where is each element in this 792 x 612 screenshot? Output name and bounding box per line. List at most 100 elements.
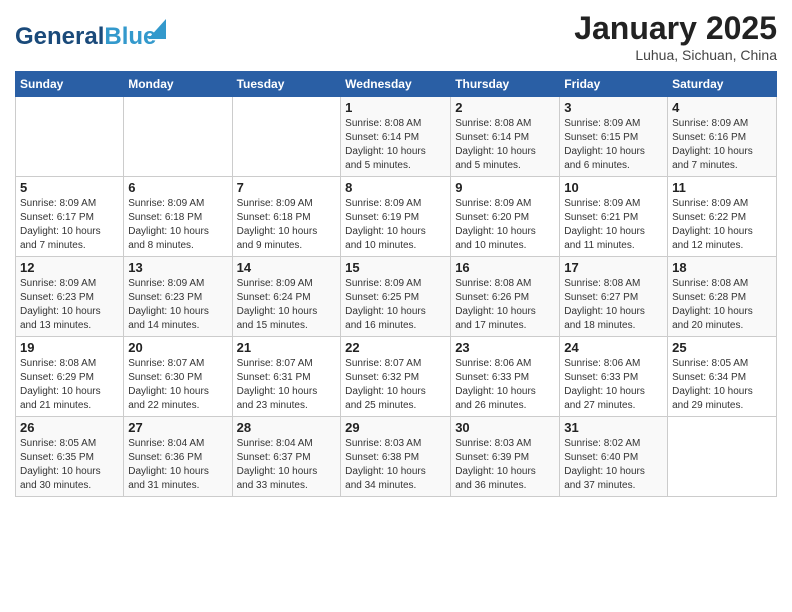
day-info: Sunrise: 8:04 AM Sunset: 6:36 PM Dayligh… bbox=[128, 437, 227, 493]
day-number: 4 bbox=[672, 100, 772, 115]
day-cell: 23Sunrise: 8:06 AM Sunset: 6:33 PM Dayli… bbox=[451, 337, 560, 417]
day-info: Sunrise: 8:09 AM Sunset: 6:18 PM Dayligh… bbox=[128, 197, 227, 253]
day-number: 9 bbox=[455, 180, 555, 195]
day-number: 11 bbox=[672, 180, 772, 195]
day-cell: 1 Sunrise: 8:08 AM Sunset: 6:14 PM Daylig… bbox=[341, 97, 451, 177]
calendar-header: Sunday Monday Tuesday Wednesday Thursday… bbox=[16, 72, 777, 97]
day-number: 14 bbox=[237, 260, 337, 275]
day-info: Sunrise: 8:07 AM Sunset: 6:31 PM Dayligh… bbox=[237, 357, 337, 413]
week-row-1: 1 Sunrise: 8:08 AM Sunset: 6:14 PM Daylig… bbox=[16, 97, 777, 177]
day-info: Sunrise: 8:06 AM Sunset: 6:33 PM Dayligh… bbox=[564, 357, 663, 413]
day-number: 17 bbox=[564, 260, 663, 275]
day-info: Sunrise: 8:09 AM Sunset: 6:23 PM Dayligh… bbox=[20, 277, 119, 333]
logo: General Blue bbox=[15, 23, 156, 51]
day-info: Sunrise: 8:07 AM Sunset: 6:32 PM Dayligh… bbox=[345, 357, 446, 413]
day-number: 21 bbox=[237, 340, 337, 355]
week-row-4: 19 Sunrise: 8:08 AM Sunset: 6:29 PM Dayli… bbox=[16, 337, 777, 417]
day-info: Sunrise: 8:08 AM Sunset: 6:28 PM Dayligh… bbox=[672, 277, 772, 333]
week-row-2: 5 Sunrise: 8:09 AM Sunset: 6:17 PM Daylig… bbox=[16, 177, 777, 257]
day-cell: 31 Sunrise: 8:02 AM Sunset: 6:40 PM Dayli… bbox=[560, 417, 668, 497]
day-cell: 19 Sunrise: 8:08 AM Sunset: 6:29 PM Dayli… bbox=[16, 337, 124, 417]
day-info: Sunrise: 8:09 AM Sunset: 6:20 PM Dayligh… bbox=[455, 197, 555, 253]
header: General Blue January 2025 Luhua, Sichuan… bbox=[15, 10, 777, 63]
day-info: Sunrise: 8:09 AM Sunset: 6:19 PM Dayligh… bbox=[345, 197, 446, 253]
day-number: 18 bbox=[672, 260, 772, 275]
day-info: Sunrise: 8:09 AM Sunset: 6:22 PM Dayligh… bbox=[672, 197, 772, 253]
day-info: Sunrise: 8:08 AM Sunset: 6:14 PM Dayligh… bbox=[345, 117, 446, 173]
day-cell: 20Sunrise: 8:07 AM Sunset: 6:30 PM Dayli… bbox=[124, 337, 232, 417]
day-info: Sunrise: 8:09 AM Sunset: 6:21 PM Dayligh… bbox=[564, 197, 663, 253]
day-cell: 29Sunrise: 8:03 AM Sunset: 6:38 PM Dayli… bbox=[341, 417, 451, 497]
day-cell: 11 Sunrise: 8:09 AM Sunset: 6:22 PM Dayli… bbox=[668, 177, 777, 257]
day-info: Sunrise: 8:08 AM Sunset: 6:27 PM Dayligh… bbox=[564, 277, 663, 333]
day-number: 8 bbox=[345, 180, 446, 195]
day-cell: 7 Sunrise: 8:09 AM Sunset: 6:18 PM Daylig… bbox=[232, 177, 341, 257]
day-info: Sunrise: 8:09 AM Sunset: 6:24 PM Dayligh… bbox=[237, 277, 337, 333]
col-monday: Monday bbox=[124, 72, 232, 97]
day-info: Sunrise: 8:08 AM Sunset: 6:14 PM Dayligh… bbox=[455, 117, 555, 173]
day-cell bbox=[124, 97, 232, 177]
day-info: Sunrise: 8:05 AM Sunset: 6:34 PM Dayligh… bbox=[672, 357, 772, 413]
day-cell: 22 Sunrise: 8:07 AM Sunset: 6:32 PM Dayli… bbox=[341, 337, 451, 417]
day-cell: 15Sunrise: 8:09 AM Sunset: 6:25 PM Dayli… bbox=[341, 257, 451, 337]
day-cell: 4Sunrise: 8:09 AM Sunset: 6:16 PM Daylig… bbox=[668, 97, 777, 177]
day-cell bbox=[232, 97, 341, 177]
logo-triangle-icon bbox=[148, 19, 166, 39]
col-saturday: Saturday bbox=[668, 72, 777, 97]
day-number: 25 bbox=[672, 340, 772, 355]
day-number: 20 bbox=[128, 340, 227, 355]
day-cell: 25 Sunrise: 8:05 AM Sunset: 6:34 PM Dayli… bbox=[668, 337, 777, 417]
day-info: Sunrise: 8:09 AM Sunset: 6:23 PM Dayligh… bbox=[128, 277, 227, 333]
day-info: Sunrise: 8:02 AM Sunset: 6:40 PM Dayligh… bbox=[564, 437, 663, 493]
day-cell: 17 Sunrise: 8:08 AM Sunset: 6:27 PM Dayli… bbox=[560, 257, 668, 337]
day-cell: 3 Sunrise: 8:09 AM Sunset: 6:15 PM Daylig… bbox=[560, 97, 668, 177]
col-friday: Friday bbox=[560, 72, 668, 97]
day-cell bbox=[16, 97, 124, 177]
header-row: Sunday Monday Tuesday Wednesday Thursday… bbox=[16, 72, 777, 97]
day-number: 24 bbox=[564, 340, 663, 355]
col-wednesday: Wednesday bbox=[341, 72, 451, 97]
day-info: Sunrise: 8:03 AM Sunset: 6:39 PM Dayligh… bbox=[455, 437, 555, 493]
month-title: January 2025 bbox=[574, 10, 777, 47]
day-cell: 9 Sunrise: 8:09 AM Sunset: 6:20 PM Daylig… bbox=[451, 177, 560, 257]
day-cell: 10Sunrise: 8:09 AM Sunset: 6:21 PM Dayli… bbox=[560, 177, 668, 257]
day-number: 6 bbox=[128, 180, 227, 195]
day-cell: 28Sunrise: 8:04 AM Sunset: 6:37 PM Dayli… bbox=[232, 417, 341, 497]
day-info: Sunrise: 8:09 AM Sunset: 6:15 PM Dayligh… bbox=[564, 117, 663, 173]
week-row-5: 26Sunrise: 8:05 AM Sunset: 6:35 PM Dayli… bbox=[16, 417, 777, 497]
day-info: Sunrise: 8:08 AM Sunset: 6:29 PM Dayligh… bbox=[20, 357, 119, 413]
day-number: 29 bbox=[345, 420, 446, 435]
day-cell: 16Sunrise: 8:08 AM Sunset: 6:26 PM Dayli… bbox=[451, 257, 560, 337]
col-tuesday: Tuesday bbox=[232, 72, 341, 97]
day-cell: 5 Sunrise: 8:09 AM Sunset: 6:17 PM Daylig… bbox=[16, 177, 124, 257]
week-row-3: 12Sunrise: 8:09 AM Sunset: 6:23 PM Dayli… bbox=[16, 257, 777, 337]
day-number: 26 bbox=[20, 420, 119, 435]
page-container: General Blue January 2025 Luhua, Sichuan… bbox=[0, 0, 792, 507]
day-cell: 18 Sunrise: 8:08 AM Sunset: 6:28 PM Dayli… bbox=[668, 257, 777, 337]
day-number: 3 bbox=[564, 100, 663, 115]
day-number: 5 bbox=[20, 180, 119, 195]
day-cell: 13Sunrise: 8:09 AM Sunset: 6:23 PM Dayli… bbox=[124, 257, 232, 337]
day-number: 23 bbox=[455, 340, 555, 355]
day-info: Sunrise: 8:04 AM Sunset: 6:37 PM Dayligh… bbox=[237, 437, 337, 493]
col-sunday: Sunday bbox=[16, 72, 124, 97]
day-cell: 8 Sunrise: 8:09 AM Sunset: 6:19 PM Daylig… bbox=[341, 177, 451, 257]
day-number: 2 bbox=[455, 100, 555, 115]
day-info: Sunrise: 8:09 AM Sunset: 6:17 PM Dayligh… bbox=[20, 197, 119, 253]
calendar-body: 1 Sunrise: 8:08 AM Sunset: 6:14 PM Daylig… bbox=[16, 97, 777, 497]
day-number: 31 bbox=[564, 420, 663, 435]
day-number: 22 bbox=[345, 340, 446, 355]
day-number: 27 bbox=[128, 420, 227, 435]
day-number: 16 bbox=[455, 260, 555, 275]
location: Luhua, Sichuan, China bbox=[574, 47, 777, 63]
day-cell: 24 Sunrise: 8:06 AM Sunset: 6:33 PM Dayli… bbox=[560, 337, 668, 417]
day-cell: 14 Sunrise: 8:09 AM Sunset: 6:24 PM Dayli… bbox=[232, 257, 341, 337]
logo-general: General bbox=[15, 23, 104, 51]
day-number: 1 bbox=[345, 100, 446, 115]
day-cell: 26Sunrise: 8:05 AM Sunset: 6:35 PM Dayli… bbox=[16, 417, 124, 497]
day-number: 19 bbox=[20, 340, 119, 355]
day-cell: 27 Sunrise: 8:04 AM Sunset: 6:36 PM Dayli… bbox=[124, 417, 232, 497]
day-cell: 2 Sunrise: 8:08 AM Sunset: 6:14 PM Daylig… bbox=[451, 97, 560, 177]
day-info: Sunrise: 8:09 AM Sunset: 6:18 PM Dayligh… bbox=[237, 197, 337, 253]
day-number: 7 bbox=[237, 180, 337, 195]
